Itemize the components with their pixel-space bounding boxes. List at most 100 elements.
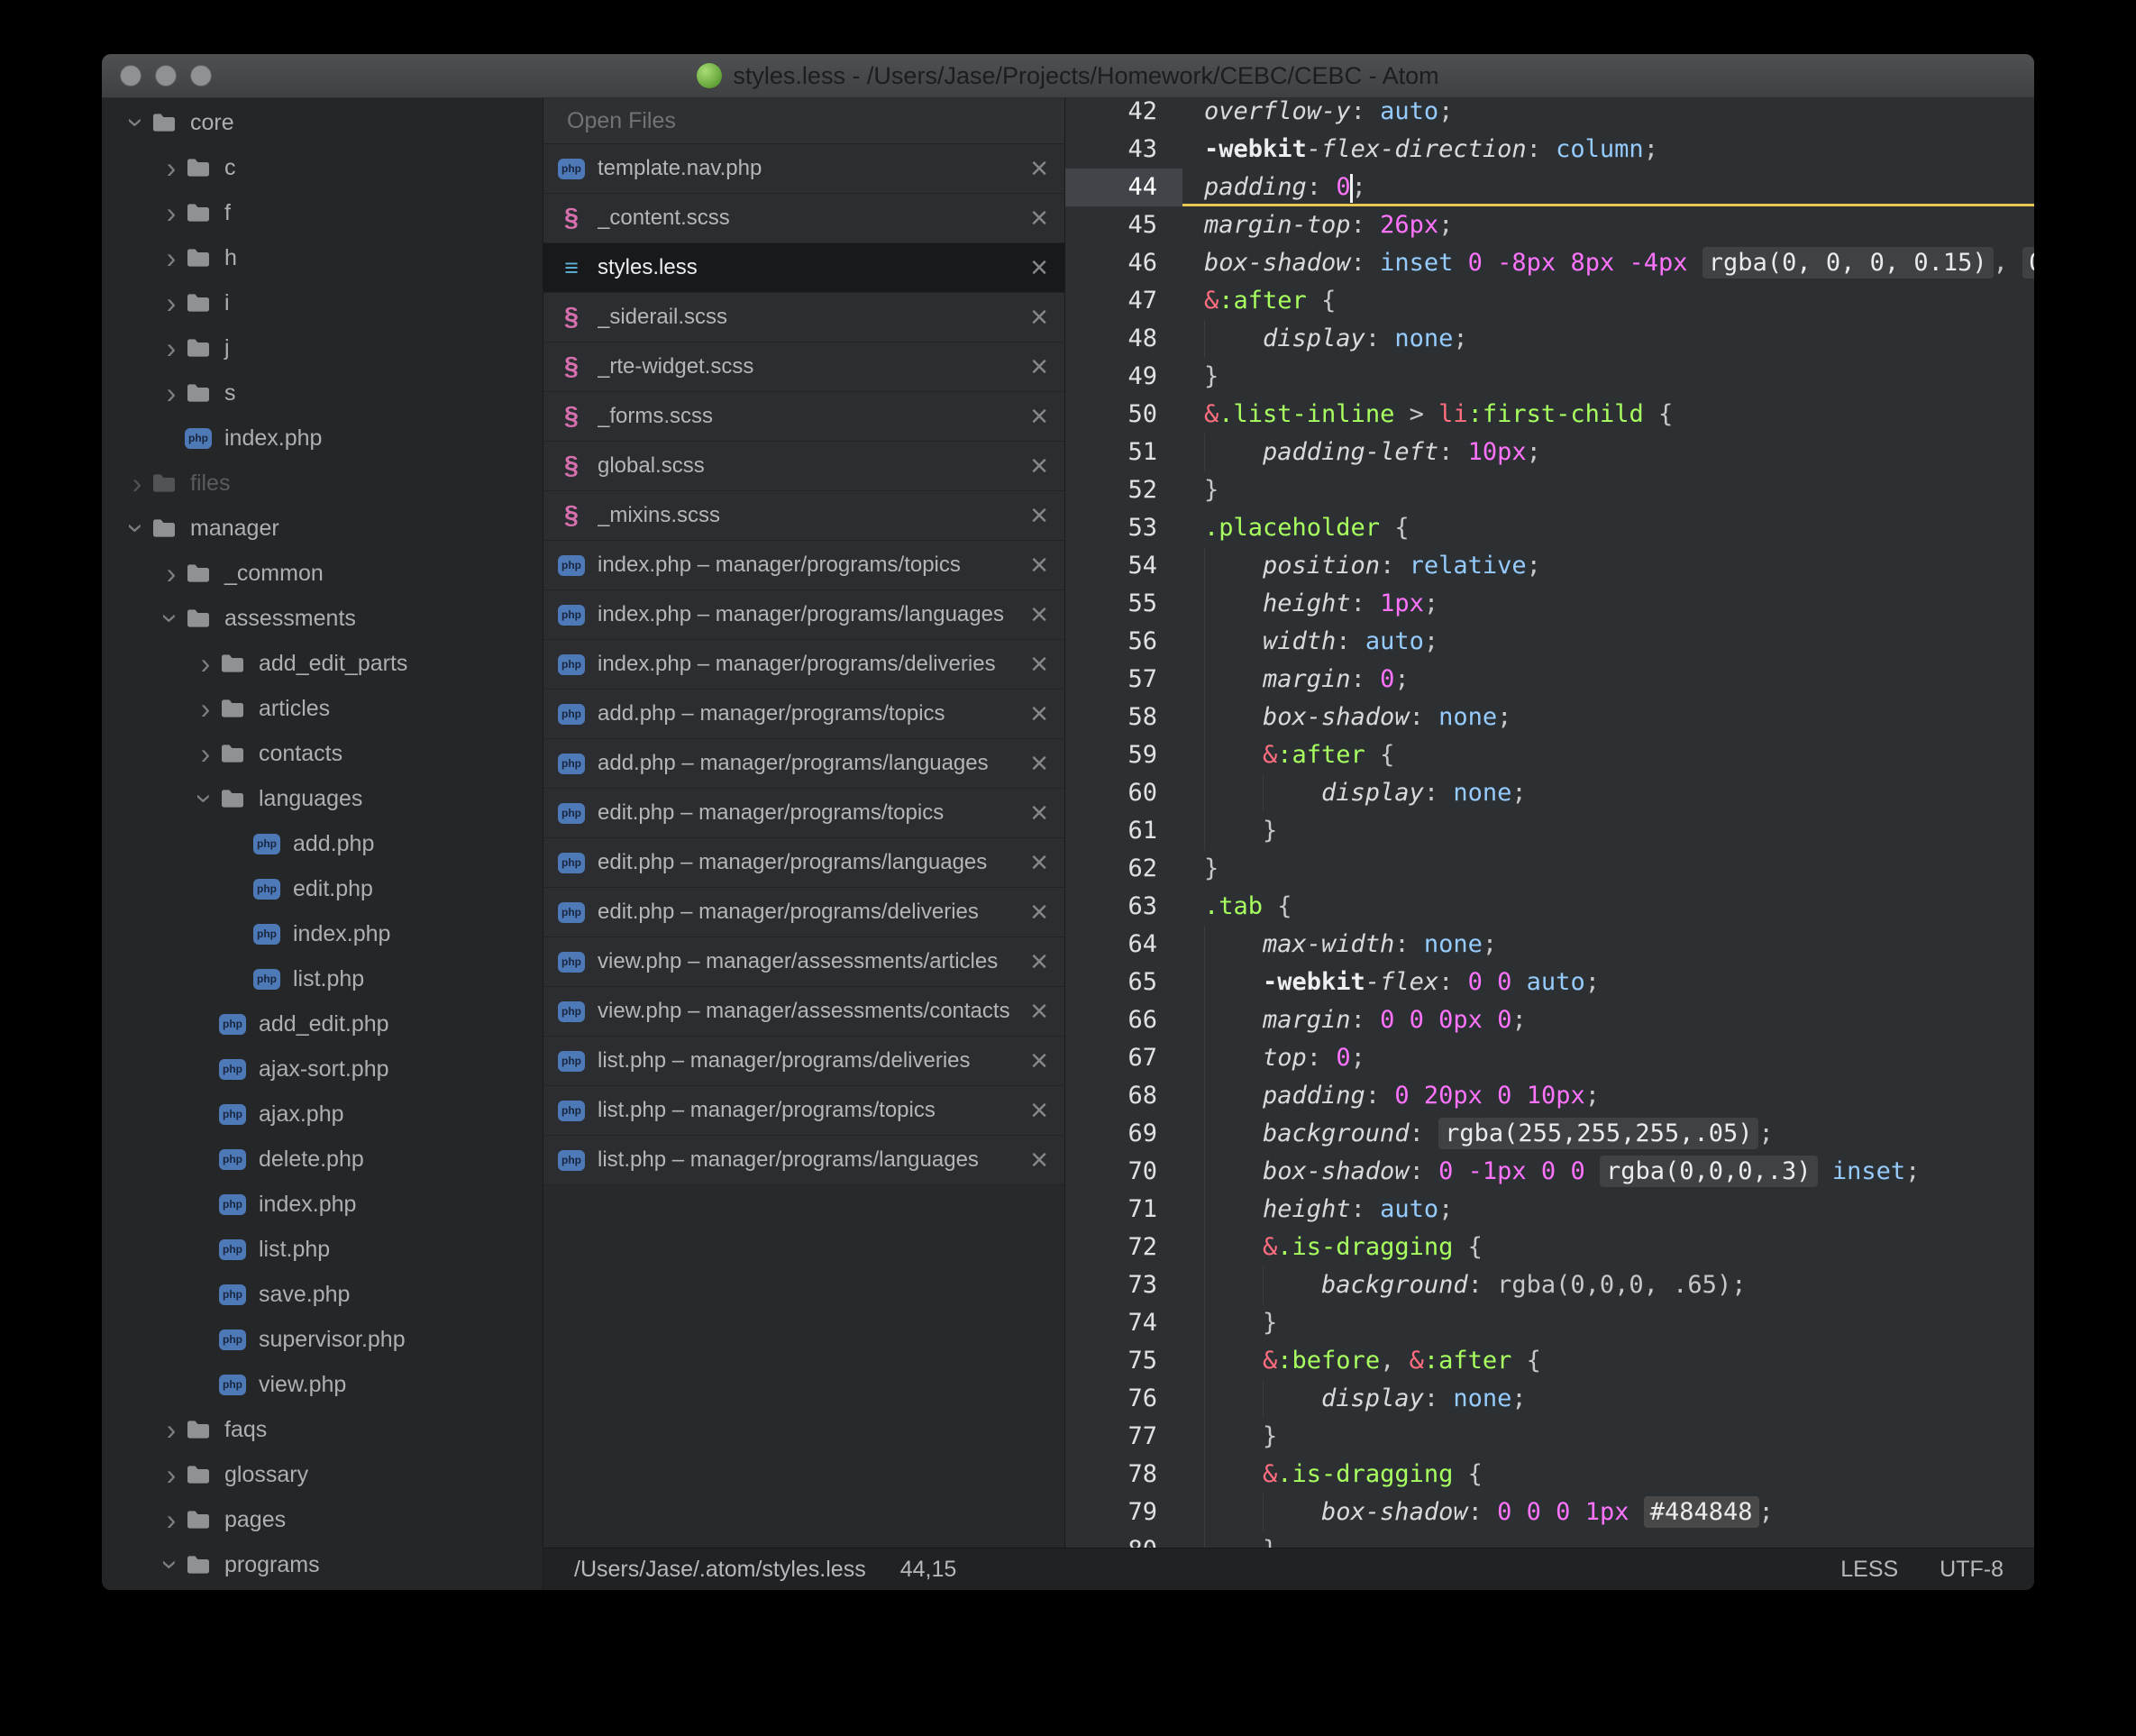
close-file-icon[interactable]: × bbox=[1019, 302, 1048, 333]
tree-file-index.php[interactable]: phpindex.php bbox=[102, 1182, 543, 1227]
code-line-59[interactable]: &:after { bbox=[1182, 736, 2034, 774]
code-line-65[interactable]: -webkit-flex: 0 0 auto; bbox=[1182, 964, 2034, 1001]
tree-file-delete.php[interactable]: phpdelete.php bbox=[102, 1137, 543, 1182]
tree-file-save.php[interactable]: phpsave.php bbox=[102, 1272, 543, 1317]
tree-file-index.php[interactable]: phpindex.php bbox=[102, 911, 543, 956]
tree-folder-faqs[interactable]: ›faqs bbox=[102, 1407, 543, 1452]
chevron-collapsed-icon[interactable]: › bbox=[123, 470, 151, 497]
open-file-_content.scss[interactable]: §_content.scss× bbox=[543, 194, 1064, 243]
chevron-collapsed-icon[interactable]: › bbox=[158, 1416, 185, 1443]
code-line-79[interactable]: box-shadow: 0 0 0 1px #484848; bbox=[1182, 1494, 2034, 1531]
zoom-window-button[interactable] bbox=[190, 65, 212, 87]
open-file-view.php[interactable]: phpview.php – manager/assessments/articl… bbox=[543, 937, 1064, 987]
tree-folder-glossary[interactable]: ›glossary bbox=[102, 1452, 543, 1497]
title-bar[interactable]: styles.less - /Users/Jase/Projects/Homew… bbox=[102, 54, 2034, 98]
chevron-collapsed-icon[interactable]: › bbox=[158, 244, 185, 271]
code-line-61[interactable]: } bbox=[1182, 812, 2034, 850]
chevron-collapsed-icon[interactable]: › bbox=[158, 199, 185, 226]
close-file-icon[interactable]: × bbox=[1019, 500, 1048, 531]
open-file-_mixins.scss[interactable]: §_mixins.scss× bbox=[543, 491, 1064, 541]
code-line-46[interactable]: box-shadow: inset 0 -8px 8px -4px rgba(0… bbox=[1182, 244, 2034, 282]
close-file-icon[interactable]: × bbox=[1019, 1145, 1048, 1175]
tree-folder-_common[interactable]: ›_common bbox=[102, 551, 543, 596]
editor-code[interactable]: overflow-y: auto;-webkit-flex-direction:… bbox=[1182, 98, 2034, 1548]
open-file-list.php[interactable]: phplist.php – manager/programs/languages… bbox=[543, 1136, 1064, 1185]
chevron-collapsed-icon[interactable]: › bbox=[192, 650, 219, 677]
code-line-57[interactable]: margin: 0; bbox=[1182, 661, 2034, 699]
chevron-expanded-icon[interactable]: › bbox=[158, 1551, 185, 1578]
close-file-icon[interactable]: × bbox=[1019, 649, 1048, 680]
code-line-75[interactable]: &:before, &:after { bbox=[1182, 1342, 2034, 1380]
open-file-_forms.scss[interactable]: §_forms.scss× bbox=[543, 392, 1064, 442]
tree-file-supervisor.php[interactable]: phpsupervisor.php bbox=[102, 1317, 543, 1362]
open-file-template.nav.php[interactable]: phptemplate.nav.php× bbox=[543, 144, 1064, 194]
open-file-styles.less[interactable]: ≡styles.less× bbox=[543, 243, 1064, 293]
open-file-index.php[interactable]: phpindex.php – manager/programs/deliveri… bbox=[543, 640, 1064, 690]
code-line-45[interactable]: margin-top: 26px; bbox=[1182, 206, 2034, 244]
tree-folder-manager[interactable]: ›manager bbox=[102, 506, 543, 551]
chevron-collapsed-icon[interactable]: › bbox=[158, 1461, 185, 1488]
tree-folder-core[interactable]: ›core bbox=[102, 100, 543, 145]
code-line-72[interactable]: &.is-dragging { bbox=[1182, 1229, 2034, 1266]
code-line-47[interactable]: &:after { bbox=[1182, 282, 2034, 320]
code-line-58[interactable]: box-shadow: none; bbox=[1182, 699, 2034, 736]
close-file-icon[interactable]: × bbox=[1019, 946, 1048, 977]
close-file-icon[interactable]: × bbox=[1019, 550, 1048, 580]
close-file-icon[interactable]: × bbox=[1019, 252, 1048, 283]
code-line-77[interactable]: } bbox=[1182, 1418, 2034, 1456]
code-line-43[interactable]: -webkit-flex-direction: column; bbox=[1182, 131, 2034, 169]
chevron-collapsed-icon[interactable]: › bbox=[158, 1506, 185, 1533]
minimize-window-button[interactable] bbox=[155, 65, 177, 87]
chevron-collapsed-icon[interactable]: › bbox=[192, 695, 219, 722]
code-line-62[interactable]: } bbox=[1182, 850, 2034, 888]
close-file-icon[interactable]: × bbox=[1019, 153, 1048, 184]
close-file-icon[interactable]: × bbox=[1019, 1046, 1048, 1076]
open-file-edit.php[interactable]: phpedit.php – manager/programs/deliverie… bbox=[543, 888, 1064, 937]
code-line-50[interactable]: &.list-inline > li:first-child { bbox=[1182, 396, 2034, 434]
code-line-69[interactable]: background: rgba(255,255,255,.05); bbox=[1182, 1115, 2034, 1153]
tree-file-add.php[interactable]: phpadd.php bbox=[102, 821, 543, 866]
open-file-edit.php[interactable]: phpedit.php – manager/programs/topics× bbox=[543, 789, 1064, 838]
open-file-edit.php[interactable]: phpedit.php – manager/programs/languages… bbox=[543, 838, 1064, 888]
close-file-icon[interactable]: × bbox=[1019, 1095, 1048, 1126]
tree-file-index.php[interactable]: phpindex.php bbox=[102, 416, 543, 461]
code-line-48[interactable]: display: none; bbox=[1182, 320, 2034, 358]
tree-file-ajax.php[interactable]: phpajax.php bbox=[102, 1092, 543, 1137]
tree-folder-f[interactable]: ›f bbox=[102, 190, 543, 235]
chevron-expanded-icon[interactable]: › bbox=[123, 109, 151, 136]
code-line-53[interactable]: .placeholder { bbox=[1182, 509, 2034, 547]
code-line-42[interactable]: overflow-y: auto; bbox=[1182, 98, 2034, 131]
code-line-67[interactable]: top: 0; bbox=[1182, 1039, 2034, 1077]
status-grammar[interactable]: LESS bbox=[1840, 1557, 1898, 1583]
tree-file-edit.php[interactable]: phpedit.php bbox=[102, 866, 543, 911]
close-file-icon[interactable]: × bbox=[1019, 897, 1048, 927]
open-files-panel[interactable]: Open Files phptemplate.nav.php×§_content… bbox=[543, 98, 1065, 1548]
chevron-collapsed-icon[interactable]: › bbox=[158, 289, 185, 316]
open-file-index.php[interactable]: phpindex.php – manager/programs/topics× bbox=[543, 541, 1064, 590]
code-line-56[interactable]: width: auto; bbox=[1182, 623, 2034, 661]
open-file-index.php[interactable]: phpindex.php – manager/programs/language… bbox=[543, 590, 1064, 640]
chevron-expanded-icon[interactable]: › bbox=[123, 515, 151, 542]
open-file-_rte-widget.scss[interactable]: §_rte-widget.scss× bbox=[543, 343, 1064, 392]
open-file-list.php[interactable]: phplist.php – manager/programs/topics× bbox=[543, 1086, 1064, 1136]
code-line-74[interactable]: } bbox=[1182, 1304, 2034, 1342]
code-line-54[interactable]: position: relative; bbox=[1182, 547, 2034, 585]
tree-folder-i[interactable]: ›i bbox=[102, 280, 543, 325]
code-line-55[interactable]: height: 1px; bbox=[1182, 585, 2034, 623]
tree-view[interactable]: ›core›c›f›h›i›j›sphpindex.php›files›mana… bbox=[102, 98, 543, 1590]
code-line-63[interactable]: .tab { bbox=[1182, 888, 2034, 926]
editor-pane[interactable]: 4243444546474849505152535455565758596061… bbox=[1065, 98, 2034, 1548]
chevron-collapsed-icon[interactable]: › bbox=[158, 334, 185, 361]
open-file-list.php[interactable]: phplist.php – manager/programs/deliverie… bbox=[543, 1037, 1064, 1086]
close-file-icon[interactable]: × bbox=[1019, 352, 1048, 382]
chevron-collapsed-icon[interactable]: › bbox=[192, 740, 219, 767]
open-file-global.scss[interactable]: §global.scss× bbox=[543, 442, 1064, 491]
status-cursor-position[interactable]: 44,15 bbox=[900, 1557, 957, 1583]
close-file-icon[interactable]: × bbox=[1019, 996, 1048, 1027]
tree-folder-programs[interactable]: ›programs bbox=[102, 1542, 543, 1587]
code-line-49[interactable]: } bbox=[1182, 358, 2034, 396]
code-line-44[interactable]: padding: 0; bbox=[1182, 169, 2034, 206]
close-file-icon[interactable]: × bbox=[1019, 451, 1048, 481]
tree-folder-add_edit_parts[interactable]: ›add_edit_parts bbox=[102, 641, 543, 686]
tree-folder-c[interactable]: ›c bbox=[102, 145, 543, 190]
